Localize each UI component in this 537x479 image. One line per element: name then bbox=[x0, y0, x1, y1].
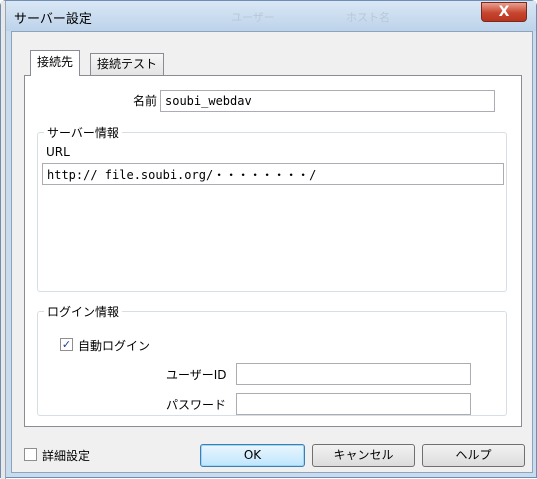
checkbox-unchecked-icon bbox=[24, 448, 37, 461]
url-input[interactable] bbox=[42, 163, 504, 185]
help-button[interactable]: ヘルプ bbox=[422, 444, 525, 467]
name-label: 名前 bbox=[133, 94, 158, 108]
checkbox-checked-icon: ✓ bbox=[60, 338, 73, 351]
ok-button[interactable]: OK bbox=[200, 444, 305, 467]
tab-connection-label: 接続先 bbox=[37, 55, 74, 69]
password-label: パスワード bbox=[166, 398, 227, 412]
tab-connection-test[interactable]: 接続テスト bbox=[90, 53, 165, 75]
cancel-button[interactable]: キャンセル bbox=[312, 444, 415, 467]
login-info-group-title: ログイン情報 bbox=[44, 303, 123, 320]
title-bar[interactable]: サーバー設定 ユーザー ホスト名 X bbox=[6, 1, 536, 31]
advanced-settings-label: 詳細設定 bbox=[42, 449, 91, 463]
server-info-group-title: サーバー情報 bbox=[44, 124, 122, 141]
password-input[interactable] bbox=[236, 393, 471, 415]
window-edge bbox=[1, 1, 6, 479]
user-id-input[interactable] bbox=[236, 363, 471, 385]
name-input[interactable] bbox=[160, 90, 495, 112]
close-button[interactable]: X bbox=[481, 2, 527, 22]
auto-login-label: 自動ログイン bbox=[78, 339, 151, 353]
login-info-group: ログイン情報 ✓ 自動ログイン ユーザーID パスワード bbox=[37, 303, 507, 416]
close-icon: X bbox=[498, 4, 510, 20]
dialog-body: 接続先 接続テスト 名前 サーバー情報 URL ログイン情報 ✓ 自動ログイン bbox=[11, 31, 533, 473]
auto-login-checkbox[interactable]: ✓ 自動ログイン bbox=[60, 337, 200, 353]
advanced-settings-checkbox[interactable]: 詳細設定 bbox=[24, 447, 124, 463]
user-id-label: ユーザーID bbox=[166, 368, 227, 382]
title-ghost-text-1: ユーザー bbox=[231, 11, 275, 24]
url-label: URL bbox=[46, 145, 70, 159]
tab-connection-test-label: 接続テスト bbox=[97, 57, 158, 71]
server-info-group: サーバー情報 URL bbox=[37, 124, 507, 292]
dialog-window: サーバー設定 ユーザー ホスト名 X 接続先 接続テスト 名前 サーバー情報 U… bbox=[0, 0, 537, 479]
tab-panel-connection: 名前 サーバー情報 URL ログイン情報 ✓ 自動ログイン ユーザーID パスワ… bbox=[24, 75, 522, 427]
window-title: サーバー設定 bbox=[14, 12, 92, 27]
tab-connection[interactable]: 接続先 bbox=[30, 50, 81, 76]
title-ghost-text-2: ホスト名 bbox=[346, 11, 390, 24]
